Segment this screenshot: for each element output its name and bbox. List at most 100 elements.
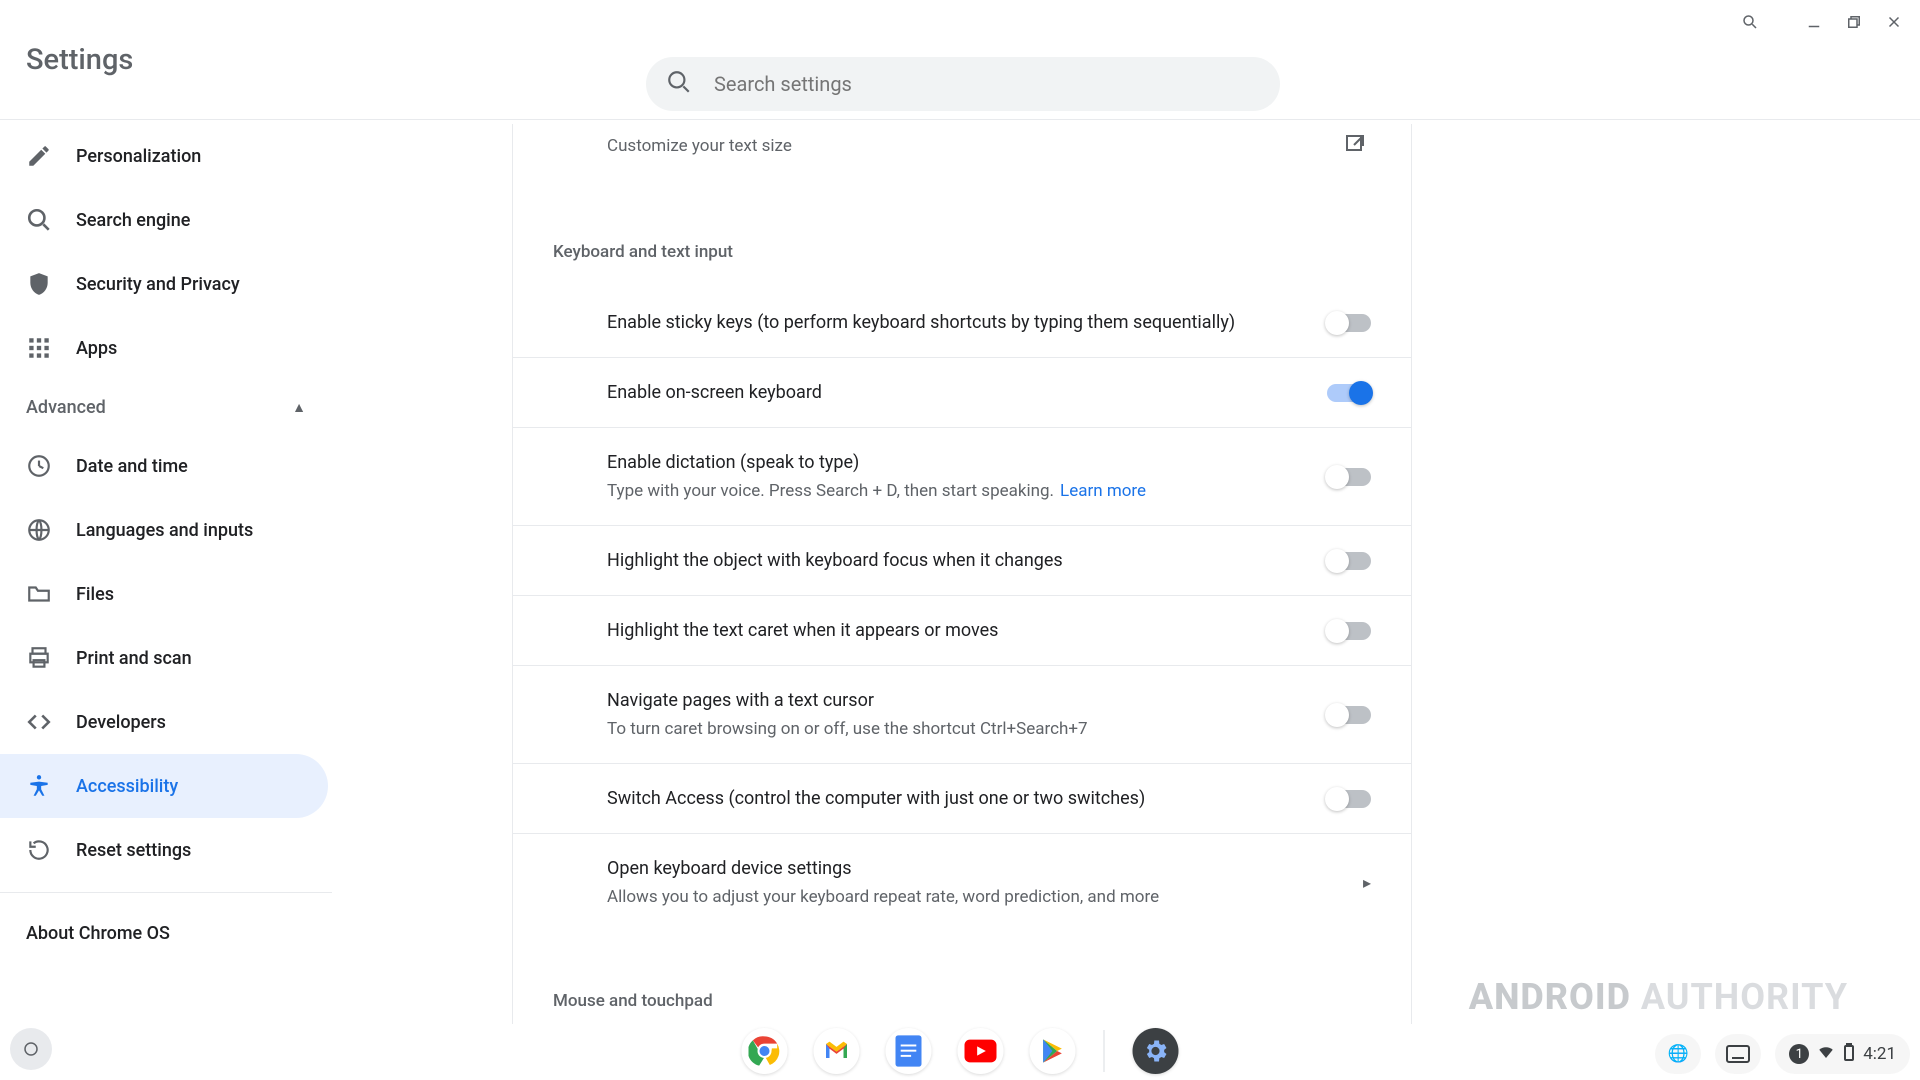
accessibility-icon [26,773,52,799]
shelf: 🌐 1 4:21 [0,1018,1920,1080]
sidebar-advanced-toggle[interactable]: Advanced ▲ [0,380,332,434]
toggle-sticky-keys[interactable] [1327,314,1371,332]
maximize-button[interactable] [1836,8,1872,36]
sidebar-item-accessibility[interactable]: Accessibility [0,754,328,818]
sidebar: Personalization Search engine Security a… [0,124,332,964]
row-dictation: Enable dictation (speak to type) Type wi… [513,427,1411,525]
sidebar-item-label: Search engine [76,210,190,231]
sidebar-item-search-engine[interactable]: Search engine [0,188,332,252]
pencil-icon [26,143,52,169]
sidebar-item-label: Personalization [76,146,201,167]
row-switch-access: Switch Access (control the computer with… [513,763,1411,833]
sidebar-item-files[interactable]: Files [0,562,332,626]
toggle-highlight-caret[interactable] [1327,622,1371,640]
sidebar-item-label: Print and scan [76,648,192,669]
search-settings[interactable] [646,57,1280,111]
sidebar-item-print[interactable]: Print and scan [0,626,332,690]
sidebar-item-label: Reset settings [76,840,191,861]
advanced-label: Advanced [26,397,106,418]
close-button[interactable] [1876,8,1912,36]
shield-icon [26,271,52,297]
search-icon [666,69,692,99]
play-store-app-icon[interactable] [1030,1028,1076,1074]
sidebar-item-languages[interactable]: Languages and inputs [0,498,332,562]
shelf-apps [742,1028,1179,1074]
toggle-highlight-focus[interactable] [1327,552,1371,570]
row-description: To turn caret browsing on or off, use th… [607,719,1088,739]
row-label: Highlight the object with keyboard focus… [607,550,1063,571]
row-keyboard-device-settings[interactable]: Open keyboard device settings Allows you… [513,833,1411,931]
row-highlight-caret: Highlight the text caret when it appears… [513,595,1411,665]
sidebar-item-label: Developers [76,712,166,733]
sidebar-item-label: Security and Privacy [76,274,240,295]
row-label: Navigate pages with a text cursor [607,690,1088,711]
page-title: Settings [26,43,133,77]
sidebar-item-date-time[interactable]: Date and time [0,434,332,498]
grid-icon [26,335,52,361]
settings-content: Customize your text size Keyboard and te… [512,124,1412,1024]
external-link-icon [1343,132,1371,160]
clock-icon [26,453,52,479]
row-label: Highlight the text caret when it appears… [607,620,998,641]
divider [0,892,332,893]
row-label: Enable on-screen keyboard [607,382,822,403]
row-label: Enable dictation (speak to type) [607,452,1146,473]
sidebar-item-label: Accessibility [76,776,178,797]
printer-icon [26,645,52,671]
sidebar-item-label: Files [76,584,114,605]
code-icon [26,709,52,735]
ime-tray-icon[interactable]: 🌐 [1655,1034,1701,1074]
settings-app-icon[interactable] [1133,1028,1179,1074]
sidebar-item-label: Languages and inputs [76,520,253,541]
row-label: Open keyboard device settings [607,858,1159,879]
docs-app-icon[interactable] [886,1028,932,1074]
row-text-cursor: Navigate pages with a text cursor To tur… [513,665,1411,763]
sidebar-item-security-privacy[interactable]: Security and Privacy [0,252,332,316]
row-onscreen-keyboard: Enable on-screen keyboard [513,357,1411,427]
system-tray: 🌐 1 4:21 [1655,1034,1910,1074]
row-description: Type with your voice. Press Search + D, … [607,481,1146,501]
section-mouse-title: Mouse and touchpad [513,931,1411,1024]
display-appearance-row[interactable]: Customize your text size [513,124,1411,182]
toggle-dictation[interactable] [1327,468,1371,486]
toggle-text-cursor[interactable] [1327,706,1371,724]
row-label: Switch Access (control the computer with… [607,788,1145,809]
row-description: Allows you to adjust your keyboard repea… [607,887,1159,907]
search-icon [26,207,52,233]
row-highlight-focus: Highlight the object with keyboard focus… [513,525,1411,595]
watermark: ANDROID AUTHORITY [1469,976,1848,1018]
chevron-right-icon: ▸ [1363,873,1371,892]
section-keyboard-title: Keyboard and text input [513,182,1411,288]
sidebar-item-label: Apps [76,338,117,359]
sidebar-item-apps[interactable]: Apps [0,316,332,380]
minimize-button[interactable] [1796,8,1832,36]
row-label: Enable sticky keys (to perform keyboard … [607,312,1235,333]
sidebar-item-personalization[interactable]: Personalization [0,124,332,188]
magnifier-icon[interactable] [1732,8,1768,36]
status-tray[interactable]: 1 4:21 [1775,1034,1910,1074]
shelf-divider [1104,1030,1105,1072]
sidebar-item-reset[interactable]: Reset settings [0,818,332,882]
row-sticky-keys: Enable sticky keys (to perform keyboard … [513,288,1411,357]
clock-time: 4:21 [1863,1044,1896,1064]
globe-icon [26,517,52,543]
chrome-app-icon[interactable] [742,1028,788,1074]
sidebar-item-label: Date and time [76,456,188,477]
keyboard-tray-icon[interactable] [1715,1034,1761,1074]
launcher-button[interactable] [10,1028,52,1070]
wifi-icon [1817,1043,1835,1066]
battery-icon [1843,1043,1855,1066]
youtube-app-icon[interactable] [958,1028,1004,1074]
window-controls [1732,8,1912,36]
about-chrome-os-link[interactable]: About Chrome OS [0,903,332,964]
learn-more-link[interactable]: Learn more [1060,481,1146,501]
folder-icon [26,581,52,607]
toggle-switch-access[interactable] [1327,790,1371,808]
gmail-app-icon[interactable] [814,1028,860,1074]
row-description: Customize your text size [553,136,792,156]
notification-count-badge: 1 [1789,1044,1809,1064]
sidebar-item-developers[interactable]: Developers [0,690,332,754]
search-input[interactable] [714,72,1260,96]
chevron-up-icon: ▲ [292,399,306,416]
toggle-onscreen-keyboard[interactable] [1327,384,1371,402]
